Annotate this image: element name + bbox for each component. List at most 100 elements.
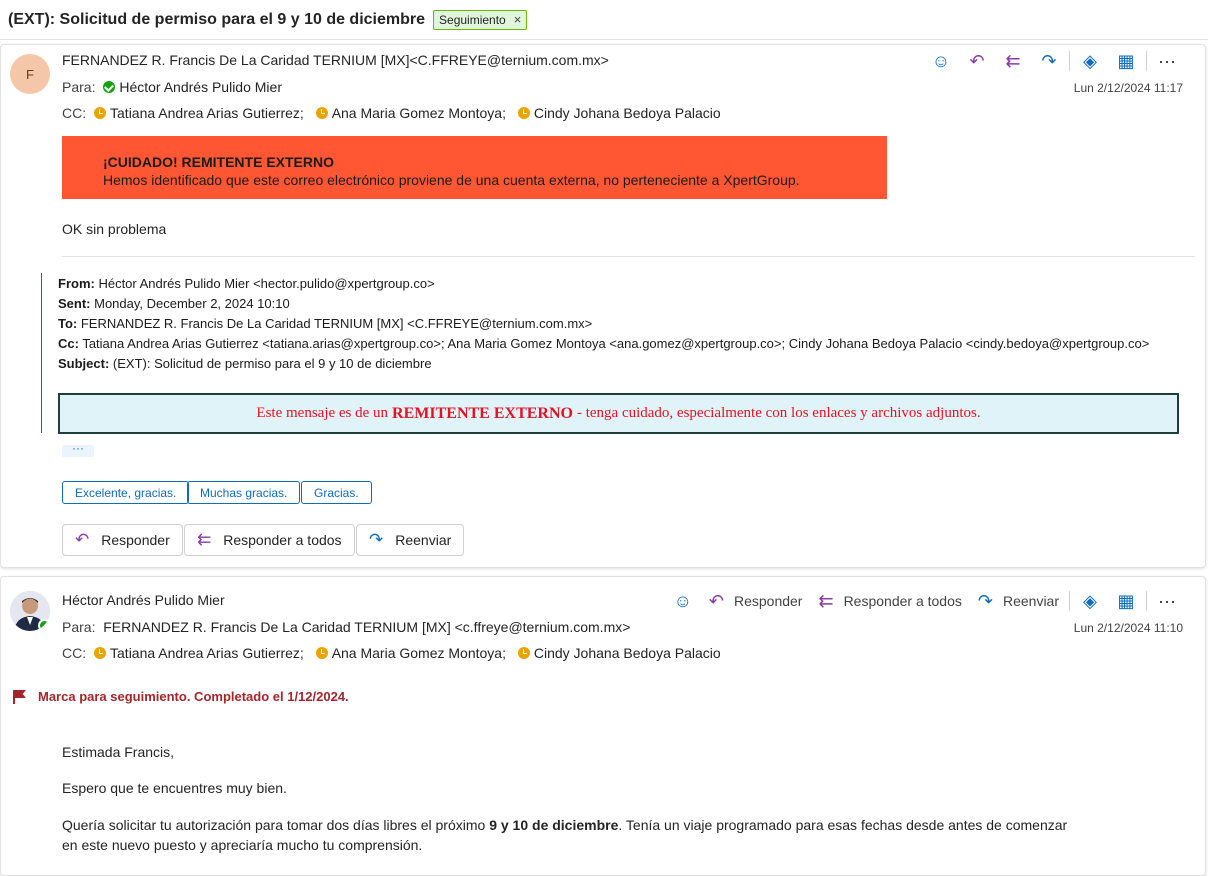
- reply-all-label: Responder a todos: [223, 532, 342, 548]
- greeting: Estimada Francis,: [62, 744, 175, 760]
- quoted-from-value: Héctor Andrés Pulido Mier <hector.pulido…: [94, 276, 435, 291]
- reply-all-icon: ⇇: [818, 590, 834, 611]
- cc-recipient[interactable]: Cindy Johana Bedoya Palacio: [534, 645, 721, 661]
- flag-icon: [13, 690, 25, 704]
- more-options-icon[interactable]: ···: [1149, 46, 1185, 76]
- quoted-to-label: To:: [58, 316, 78, 331]
- sender[interactable]: FERNANDEZ R. Francis De La Caridad TERNI…: [62, 52, 609, 68]
- external-sender-notice: Este mensaje es de un REMITENTE EXTERNO …: [58, 393, 1179, 434]
- message-card-1: F FERNANDEZ R. Francis De La Caridad TER…: [0, 44, 1206, 568]
- avatar[interactable]: [10, 591, 50, 631]
- forward-icon[interactable]: ↷: [1031, 46, 1067, 76]
- cc-recipient[interactable]: Ana Maria Gomez Montoya;: [332, 645, 506, 661]
- body-paragraph: Espero que te encuentres muy bien.: [62, 780, 287, 796]
- quoted-from-label: From:: [58, 276, 95, 291]
- reply-all-icon: ⇇: [197, 530, 212, 549]
- quoted-to-value: FERNANDEZ R. Francis De La Caridad TERNI…: [77, 316, 593, 331]
- divider: [1069, 51, 1070, 71]
- to-label: Para:: [62, 619, 96, 635]
- followup-flag-status[interactable]: Marca para seguimiento. Completado el 1/…: [13, 689, 349, 704]
- quoted-from: From: Héctor Andrés Pulido Mier <hector.…: [58, 276, 435, 291]
- forward-button[interactable]: ↷ Reenviar: [970, 586, 1067, 616]
- notice-text: Este mensaje es de un: [256, 405, 389, 421]
- avatar-initial: F: [26, 66, 34, 82]
- addin-icon[interactable]: ◈: [1072, 46, 1108, 76]
- away-status-icon: [315, 647, 328, 659]
- message-actions: ☺ ↶ ⇇ ↷ ◈ ▦ ···: [923, 46, 1185, 76]
- body-paragraph: Quería solicitar tu autorización para to…: [62, 815, 1067, 855]
- quick-reply-button[interactable]: Gracias.: [301, 481, 372, 504]
- cc-recipient[interactable]: Ana Maria Gomez Montoya;: [332, 105, 506, 121]
- apps-icon[interactable]: ▦: [1108, 46, 1144, 76]
- quote-bar: [41, 273, 42, 433]
- reply-label: Responder: [733, 593, 803, 609]
- body-bold-dates: 9 y 10 de diciembre: [489, 817, 619, 833]
- away-status-icon: [517, 647, 530, 659]
- available-status-icon: [103, 81, 116, 93]
- divider: [62, 256, 1195, 257]
- show-more-button[interactable]: ···: [62, 442, 94, 457]
- reply-all-button[interactable]: ⇇ Responder a todos: [810, 586, 969, 616]
- forward-icon: ↷: [369, 530, 384, 549]
- to-recipient[interactable]: Héctor Andrés Pulido Mier: [119, 79, 282, 95]
- body-text: en este nuevo puesto y apreciaría mucho …: [62, 837, 423, 853]
- subject-bar: (EXT): Solicitud de permiso para el 9 y …: [0, 0, 1208, 40]
- sender[interactable]: Héctor Andrés Pulido Mier: [62, 592, 225, 608]
- quoted-cc-value: Tatiana Andrea Arias Gutierrez <tatiana.…: [78, 336, 1150, 351]
- reply-button[interactable]: ↶ Responder: [701, 586, 811, 616]
- divider: [1146, 591, 1147, 611]
- quoted-subject-label: Subject:: [58, 356, 110, 371]
- cc-recipient[interactable]: Tatiana Andrea Arias Gutierrez;: [110, 645, 304, 661]
- avatar[interactable]: F: [10, 54, 50, 94]
- email-subject: (EXT): Solicitud de permiso para el 9 y …: [8, 10, 426, 28]
- to-recipient[interactable]: FERNANDEZ R. Francis De La Caridad TERNI…: [103, 619, 630, 635]
- away-status-icon: [94, 647, 107, 659]
- message-actions: ☺ ↶ Responder ⇇ Responder a todos ↷ Reenvia…: [665, 586, 1185, 616]
- addin-icon[interactable]: ◈: [1072, 586, 1108, 616]
- body-text: Quería solicitar tu autorización para to…: [62, 817, 490, 833]
- quoted-subject: Subject: (EXT): Solicitud de permiso par…: [58, 356, 432, 371]
- forward-icon: ↷: [977, 590, 993, 611]
- quick-reply-button[interactable]: Excelente, gracias.: [62, 481, 190, 504]
- warning-text: Hemos identificado que este correo elect…: [103, 172, 800, 188]
- reply-icon: ↶: [75, 530, 90, 549]
- followup-tag[interactable]: Seguimiento ×: [433, 9, 528, 30]
- more-options-icon[interactable]: ···: [1149, 586, 1185, 616]
- quoted-sent-value: Monday, December 2, 2024 10:10: [90, 296, 290, 311]
- quoted-to: To: FERNANDEZ R. Francis De La Caridad T…: [58, 316, 592, 331]
- message-body: OK sin problema: [62, 221, 167, 237]
- remove-tag-icon[interactable]: ×: [514, 12, 522, 27]
- divider: [1146, 51, 1147, 71]
- reply-all-label: Responder a todos: [843, 593, 962, 609]
- message-date: Lun 2/12/2024 11:10: [1073, 621, 1183, 635]
- cc-label: CC:: [62, 645, 87, 661]
- to-line: Para: FERNANDEZ R. Francis De La Caridad…: [62, 619, 630, 635]
- cc-recipient[interactable]: Cindy Johana Bedoya Palacio: [534, 105, 721, 121]
- to-line: Para: Héctor Andrés Pulido Mier: [62, 79, 282, 95]
- quick-reply-button[interactable]: Muchas gracias.: [187, 481, 301, 504]
- flag-text: Marca para seguimiento. Completado el 1/…: [38, 689, 349, 704]
- cc-line: CC: Tatiana Andrea Arias Gutierrez; Ana …: [62, 645, 721, 661]
- divider: [1069, 591, 1070, 611]
- reply-icon[interactable]: ↶: [959, 46, 995, 76]
- apps-icon[interactable]: ▦: [1108, 586, 1144, 616]
- message-card-2: Héctor Andrés Pulido Mier ☺ ↶ Responder ⇇…: [0, 576, 1206, 876]
- emoji-icon[interactable]: ☺: [923, 46, 959, 76]
- reply-label: Responder: [101, 532, 170, 548]
- quoted-cc-label: Cc:: [58, 336, 79, 351]
- forward-label: Reenviar: [395, 532, 452, 548]
- away-status-icon: [517, 107, 530, 119]
- cc-line: CC: Tatiana Andrea Arias Gutierrez; Ana …: [62, 105, 721, 121]
- body-text: . Tenía un viaje programado para esas fe…: [618, 817, 1068, 833]
- cc-recipient[interactable]: Tatiana Andrea Arias Gutierrez;: [110, 105, 304, 121]
- quoted-sent-label: Sent:: [58, 296, 91, 311]
- away-status-icon: [94, 107, 107, 119]
- reply-button[interactable]: ↶ Responder: [62, 524, 183, 556]
- emoji-icon[interactable]: ☺: [665, 586, 701, 616]
- away-status-icon: [315, 107, 328, 119]
- reply-all-button[interactable]: ⇇ Responder a todos: [184, 524, 355, 556]
- available-status-icon: [38, 619, 50, 631]
- reply-all-icon[interactable]: ⇇: [995, 46, 1031, 76]
- forward-button[interactable]: ↷ Reenviar: [356, 524, 465, 556]
- quoted-cc: Cc: Tatiana Andrea Arias Gutierrez <tati…: [58, 336, 1149, 351]
